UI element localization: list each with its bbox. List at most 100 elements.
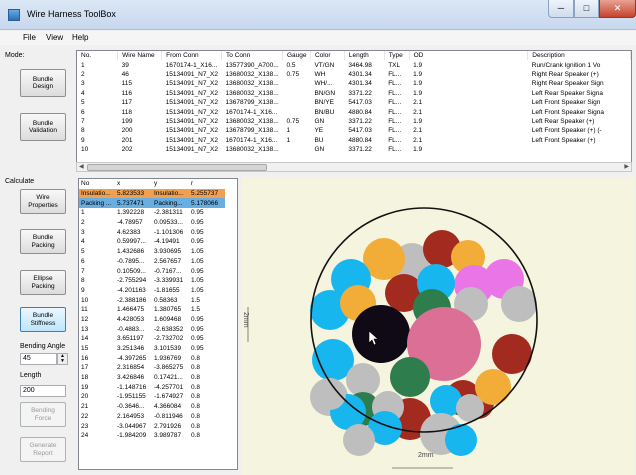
packing-table-cell[interactable]: -0.7895...: [115, 257, 152, 267]
packing-table-cell[interactable]: 5.178066: [189, 198, 225, 209]
packing-table-cell[interactable]: 0.10509...: [115, 266, 152, 276]
wires-table-cell[interactable]: BN/GN: [310, 89, 344, 98]
packing-table-cell[interactable]: 0.95: [189, 208, 225, 218]
packing-column-header[interactable]: y: [152, 179, 189, 189]
wires-table-cell[interactable]: 1.9: [409, 117, 528, 126]
minimize-button[interactable]: ─: [548, 0, 574, 18]
wires-table-cell[interactable]: 39: [118, 60, 162, 69]
packing-table-cell[interactable]: 12: [79, 315, 115, 325]
wires-table-cell[interactable]: FL...: [384, 126, 409, 135]
scroll-right-icon[interactable]: ▶: [624, 163, 629, 170]
packing-table-cell[interactable]: -1.984209: [115, 431, 152, 441]
packing-table-row[interactable]: 22 2.164953 -0.811946 0.8: [79, 412, 225, 422]
wires-table-row[interactable]: 5 117 15134091_N7_X2 13678799_X138... BN/YE 5…: [77, 98, 631, 107]
wires-table-cell[interactable]: 2.1: [409, 136, 528, 145]
packing-table-cell[interactable]: 0.95: [189, 324, 225, 334]
wires-table-cell[interactable]: 4301.34: [344, 70, 384, 79]
wires-table-cell[interactable]: 15134091_N7_X2: [162, 126, 222, 135]
wires-table-cell[interactable]: 1: [283, 126, 311, 135]
wires-column-header[interactable]: Length: [344, 51, 385, 61]
packing-table-row[interactable]: 20 -1.951155 -1.674927 0.8: [79, 392, 225, 402]
wires-table-cell[interactable]: FL...: [384, 145, 409, 154]
wires-table-cell[interactable]: 3371.22: [344, 89, 384, 98]
wires-table-cell[interactable]: FL...: [384, 79, 409, 88]
packing-table-cell[interactable]: -2.388186: [115, 295, 152, 305]
packing-table-cell[interactable]: -3.339931: [152, 276, 189, 286]
wires-table-cell[interactable]: 4880.84: [344, 107, 384, 116]
packing-table-row[interactable]: 6 -0.7895... 2.567657 1.05: [79, 257, 225, 267]
packing-table-cell[interactable]: -0.3646...: [115, 402, 152, 412]
wires-table[interactable]: No. Wire Name From Conn To Conn Gauge Color Le…: [76, 50, 632, 172]
wires-table-cell[interactable]: 15134091_N7_X2: [162, 98, 222, 107]
packing-table-cell[interactable]: 4.62383: [115, 227, 152, 237]
packing-table-cell[interactable]: 22: [79, 412, 115, 422]
packing-table-cell[interactable]: 2.164953: [115, 412, 152, 422]
wires-table-cell[interactable]: GN: [310, 117, 344, 126]
packing-table-cell[interactable]: Packing...: [152, 198, 189, 209]
packing-table-cell[interactable]: 1.380765: [152, 305, 189, 315]
wires-table-cell[interactable]: 7: [77, 117, 118, 126]
close-button[interactable]: ✕: [599, 0, 636, 18]
packing-table-row[interactable]: 14 3.651197 -2.732702 0.95: [79, 334, 225, 344]
packing-table-row[interactable]: 9 -4.201163 -1.81655 1.05: [79, 286, 225, 296]
packing-table-cell[interactable]: 0.8: [189, 363, 225, 373]
packing-table-cell[interactable]: -2.638352: [152, 324, 189, 334]
packing-table-cell[interactable]: Insulatio...: [152, 188, 189, 199]
wires-table-cell[interactable]: 0.75: [283, 70, 311, 79]
packing-table-row[interactable]: 5 1.432686 3.930695 1.05: [79, 247, 225, 257]
packing-column-header[interactable]: x: [115, 179, 152, 189]
wires-table-cell[interactable]: 3371.22: [344, 117, 384, 126]
wires-column-header[interactable]: Color: [310, 51, 345, 61]
bundle-stiffness-button[interactable]: Bundle Stiffness: [20, 307, 66, 332]
wires-table-cell[interactable]: YE: [310, 126, 344, 135]
packing-table-cell[interactable]: 19: [79, 382, 115, 392]
wires-table-cell[interactable]: 1670174-1_X16...: [222, 107, 283, 116]
packing-table-cell[interactable]: 0.95: [189, 237, 225, 247]
wires-table-cell[interactable]: 5: [77, 98, 118, 107]
wires-table-cell[interactable]: 9: [77, 136, 118, 145]
wires-table-cell[interactable]: 2.1: [409, 98, 528, 107]
wires-table-cell[interactable]: BN/YE: [310, 98, 344, 107]
wires-table-cell[interactable]: 116: [118, 89, 162, 98]
packing-table-cell[interactable]: 2.316854: [115, 363, 152, 373]
wires-table-cell[interactable]: 13680032_X138...: [222, 117, 283, 126]
wires-table-cell[interactable]: 1.9: [409, 145, 528, 154]
packing-table-cell[interactable]: 20: [79, 392, 115, 402]
wires-table-cell[interactable]: 4: [77, 89, 118, 98]
packing-table-row[interactable]: 8 -2.755294 -3.339931 1.05: [79, 276, 225, 286]
packing-table-row[interactable]: 21 -0.3646... 4.366084 0.8: [79, 402, 225, 412]
packing-table-cell[interactable]: -1.81655: [152, 286, 189, 296]
packing-table-row[interactable]: 17 2.316854 -3.865275 0.8: [79, 363, 225, 373]
wires-table-cell[interactable]: 1.9: [409, 70, 528, 79]
packing-table-cell[interactable]: 8: [79, 276, 115, 286]
packing-table-cell[interactable]: 1: [79, 208, 115, 218]
packing-table-cell[interactable]: 1.05: [189, 257, 225, 267]
wires-table-cell[interactable]: 15134091_N7_X2: [162, 79, 222, 88]
wires-table-cell[interactable]: 2.1: [409, 107, 528, 116]
packing-table-cell[interactable]: 1.609468: [152, 315, 189, 325]
wires-table-cell[interactable]: WH/...: [310, 79, 344, 88]
packing-table-cell[interactable]: 2.567657: [152, 257, 189, 267]
wires-table-cell[interactable]: 10: [77, 145, 118, 154]
wires-table-cell[interactable]: FL...: [384, 70, 409, 79]
wires-table-cell[interactable]: FL...: [384, 117, 409, 126]
wires-table-cell[interactable]: Left Front Speaker Sign: [528, 98, 631, 107]
packing-table-cell[interactable]: 0.95: [189, 227, 225, 237]
packing-table-cell[interactable]: 3.989787: [152, 431, 189, 441]
packing-table-cell[interactable]: 1.392228: [115, 208, 152, 218]
wires-table-cell[interactable]: 13577390_A700...: [222, 60, 283, 69]
packing-table-cell[interactable]: 10: [79, 295, 115, 305]
packing-table-cell[interactable]: Insulatio...: [79, 188, 115, 199]
packing-table-cell[interactable]: 0.95: [189, 334, 225, 344]
wires-table-cell[interactable]: 200: [118, 126, 162, 135]
packing-table-row[interactable]: 24 -1.984209 3.989787 0.8: [79, 431, 225, 441]
wires-column-header[interactable]: Type: [384, 51, 410, 61]
scroll-left-icon[interactable]: ◀: [79, 163, 84, 170]
menu-file[interactable]: File: [23, 33, 36, 42]
wires-table-cell[interactable]: 201: [118, 136, 162, 145]
packing-table-cell[interactable]: 0.8: [189, 373, 225, 383]
packing-table-cell[interactable]: 0.8: [189, 382, 225, 392]
packing-table-row[interactable]: 3 4.62383 -1.101306 0.95: [79, 227, 225, 237]
packing-table-row[interactable]: 10 -2.388186 0.58363 1.5: [79, 295, 225, 305]
wires-column-header[interactable]: OD: [409, 51, 529, 61]
